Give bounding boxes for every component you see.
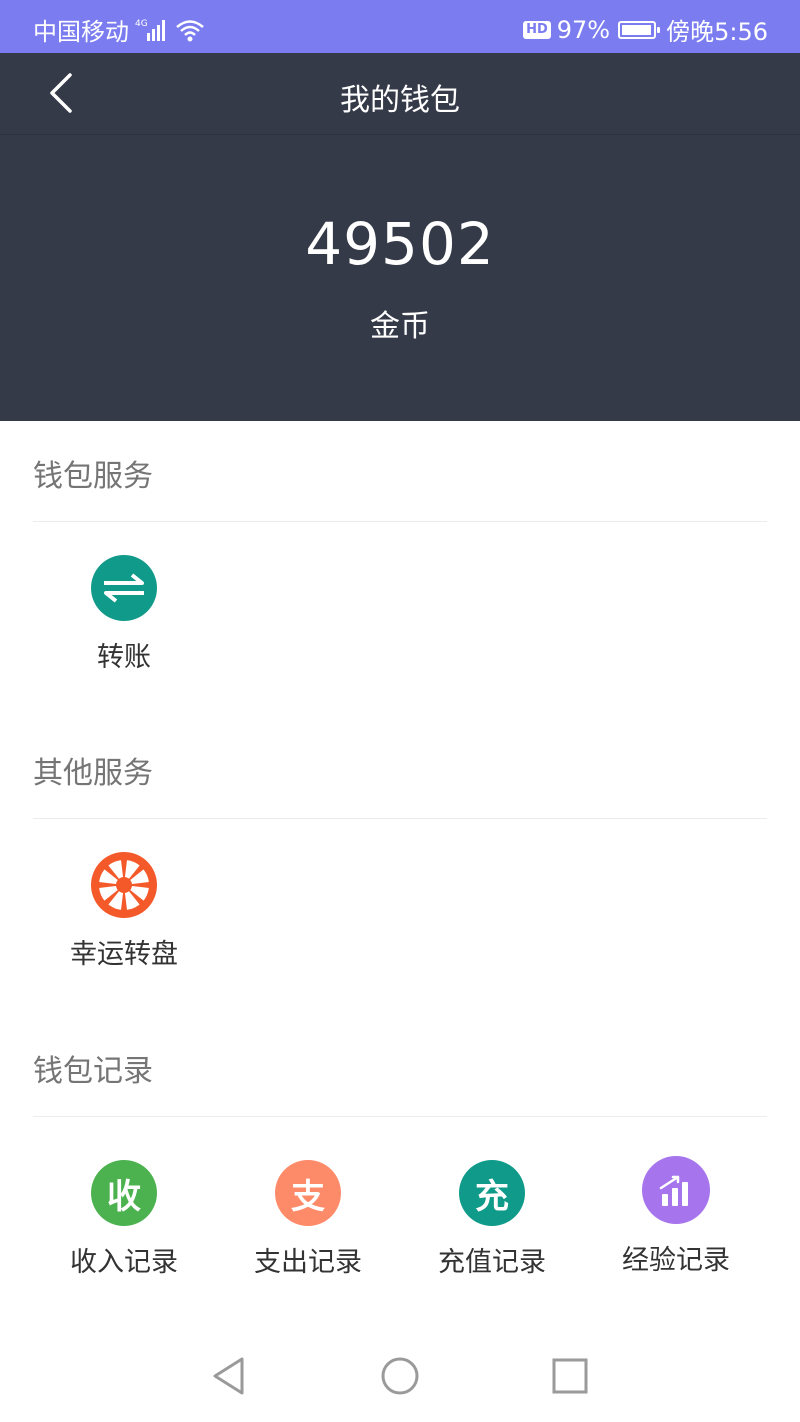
- status-time: 傍晚5:56: [666, 18, 768, 46]
- status-bar: 中国移动 4G HD 97% 傍晚5:56: [0, 0, 800, 53]
- recharge-icon-char: 充: [475, 1176, 509, 1217]
- carrier-name: 中国移动: [33, 18, 129, 46]
- income-icon: 收: [91, 1160, 157, 1226]
- square-recents-icon: [552, 1358, 588, 1394]
- experience-records-button[interactable]: 经验记录: [584, 1156, 768, 1277]
- expense-icon-char: 支: [291, 1176, 325, 1217]
- other-services-section: 其他服务 幸运转盘: [0, 718, 800, 1016]
- section-divider: [33, 1116, 767, 1117]
- status-right: HD 97% 傍晚5:56: [523, 12, 768, 47]
- nav-back-button[interactable]: [208, 1354, 252, 1398]
- expense-icon: 支: [275, 1160, 341, 1226]
- wheel-icon: [91, 852, 157, 918]
- recharge-records-button[interactable]: 充 充值记录: [400, 1160, 584, 1279]
- income-icon-char: 收: [107, 1176, 141, 1217]
- expense-records-label: 支出记录: [254, 1247, 362, 1278]
- wallet-records-section: 钱包记录 收 收入记录 支 支出记录 充 充值记录 经验记录: [0, 1016, 800, 1316]
- wallet-services-section: 钱包服务 转账: [0, 421, 800, 718]
- transfer-arrows-icon: [91, 555, 157, 621]
- balance-unit: 金币: [370, 309, 430, 344]
- page-title: 我的钱包: [340, 83, 460, 118]
- transfer-label: 转账: [97, 642, 151, 673]
- battery-percent: 97%: [556, 15, 611, 44]
- hd-icon: HD: [523, 20, 551, 39]
- lucky-wheel-label: 幸运转盘: [70, 939, 178, 970]
- income-records-button[interactable]: 收 收入记录: [32, 1160, 216, 1279]
- section-title-other-services: 其他服务: [33, 756, 153, 791]
- experience-records-label: 经验记录: [622, 1245, 730, 1276]
- battery-icon: [618, 20, 661, 39]
- section-divider: [33, 818, 767, 819]
- income-records-label: 收入记录: [70, 1247, 178, 1278]
- recharge-records-label: 充值记录: [438, 1247, 546, 1278]
- signal-icon: 4G: [135, 17, 169, 43]
- balance-panel: 49502 金币: [0, 135, 800, 421]
- expense-records-button[interactable]: 支 支出记录: [216, 1160, 400, 1279]
- wifi-icon: [175, 18, 205, 42]
- bar-chart-icon: [642, 1156, 710, 1224]
- circle-home-icon: [381, 1357, 419, 1395]
- navigation-bar: [0, 1330, 800, 1422]
- lucky-wheel-button[interactable]: 幸运转盘: [32, 852, 216, 971]
- section-title-wallet-services: 钱包服务: [33, 459, 153, 494]
- balance-amount: 49502: [305, 210, 495, 278]
- section-title-wallet-records: 钱包记录: [33, 1054, 153, 1089]
- transfer-button[interactable]: 转账: [32, 555, 216, 674]
- triangle-back-icon: [213, 1357, 244, 1395]
- nav-home-button[interactable]: [378, 1354, 422, 1398]
- status-left: 中国移动 4G: [33, 12, 205, 47]
- svg-text:4G: 4G: [135, 19, 148, 29]
- recharge-icon: 充: [459, 1160, 525, 1226]
- section-divider: [33, 521, 767, 522]
- nav-recents-button[interactable]: [548, 1354, 592, 1398]
- title-bar: 我的钱包: [0, 53, 800, 135]
